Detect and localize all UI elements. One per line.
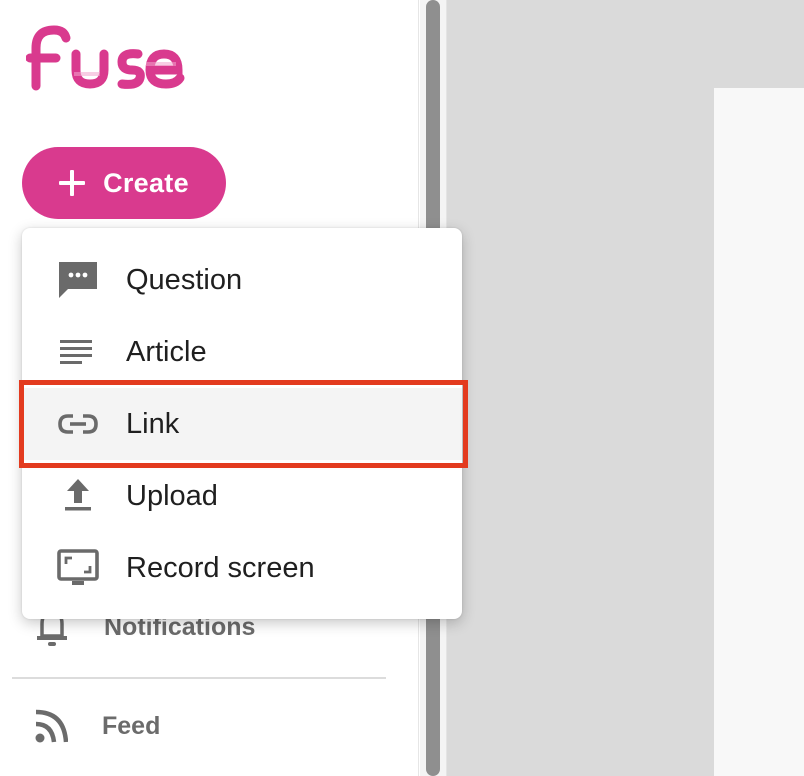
sidebar-item-label: Feed xyxy=(102,711,161,740)
menu-item-article[interactable]: Article xyxy=(22,316,462,388)
main-content-panel xyxy=(714,88,804,776)
menu-item-label: Link xyxy=(126,407,180,440)
link-icon xyxy=(58,414,98,434)
create-button[interactable]: Create xyxy=(22,147,226,219)
rss-icon xyxy=(35,709,68,743)
menu-item-upload[interactable]: Upload xyxy=(22,460,462,532)
menu-item-question[interactable]: Question xyxy=(22,244,462,316)
chat-bubble-icon xyxy=(59,262,97,298)
upload-icon xyxy=(65,479,91,511)
menu-item-record-screen[interactable]: Record screen xyxy=(22,532,462,604)
menu-item-link[interactable]: Link xyxy=(22,388,462,460)
create-menu: Question Article Link Upload Record scre… xyxy=(22,228,462,619)
screen-record-icon xyxy=(57,549,99,585)
menu-item-label: Record screen xyxy=(126,551,315,584)
create-button-label: Create xyxy=(103,167,189,198)
sidebar-divider xyxy=(12,677,386,679)
sidebar-item-feed[interactable]: Feed xyxy=(34,708,160,744)
menu-item-label: Article xyxy=(126,335,207,368)
menu-item-label: Question xyxy=(126,263,243,296)
plus-icon xyxy=(59,170,86,196)
menu-item-label: Upload xyxy=(126,479,218,512)
fuse-logo[interactable]: fuse xyxy=(26,18,196,98)
lines-icon xyxy=(60,340,92,364)
